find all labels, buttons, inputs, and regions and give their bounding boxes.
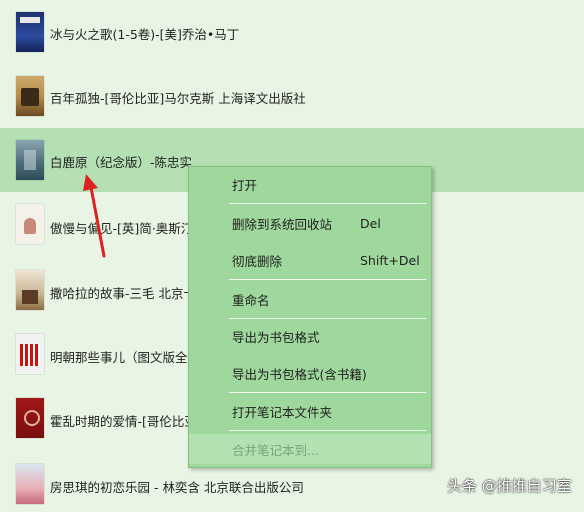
menu-item-open[interactable]: 打开 xyxy=(189,169,431,199)
menu-separator xyxy=(229,279,426,280)
menu-item-rename[interactable]: 重命名 xyxy=(189,284,431,314)
menu-item-delete-permanent[interactable]: 彻底删除 Shift+Del xyxy=(189,245,431,275)
menu-separator xyxy=(229,392,426,393)
menu-item-open-notebook-folder[interactable]: 打开笔记本文件夹 xyxy=(189,396,431,426)
menu-item-merge-notebook: 合并笔记本到... xyxy=(189,434,431,464)
context-menu: 打开 删除到系统回收站 Del 彻底删除 Shift+Del 重命名 导出为书包… xyxy=(188,166,432,468)
menu-separator xyxy=(229,318,426,319)
menu-item-delete-recycle[interactable]: 删除到系统回收站 Del xyxy=(189,208,431,238)
menu-separator xyxy=(229,430,426,431)
menu-separator xyxy=(229,203,426,204)
menu-item-export-book[interactable]: 导出为书包格式 xyxy=(189,321,431,351)
watermark: 头条 @推推自习室 xyxy=(447,477,572,495)
menu-item-export-book-with[interactable]: 导出为书包格式(含书籍) xyxy=(189,358,431,388)
